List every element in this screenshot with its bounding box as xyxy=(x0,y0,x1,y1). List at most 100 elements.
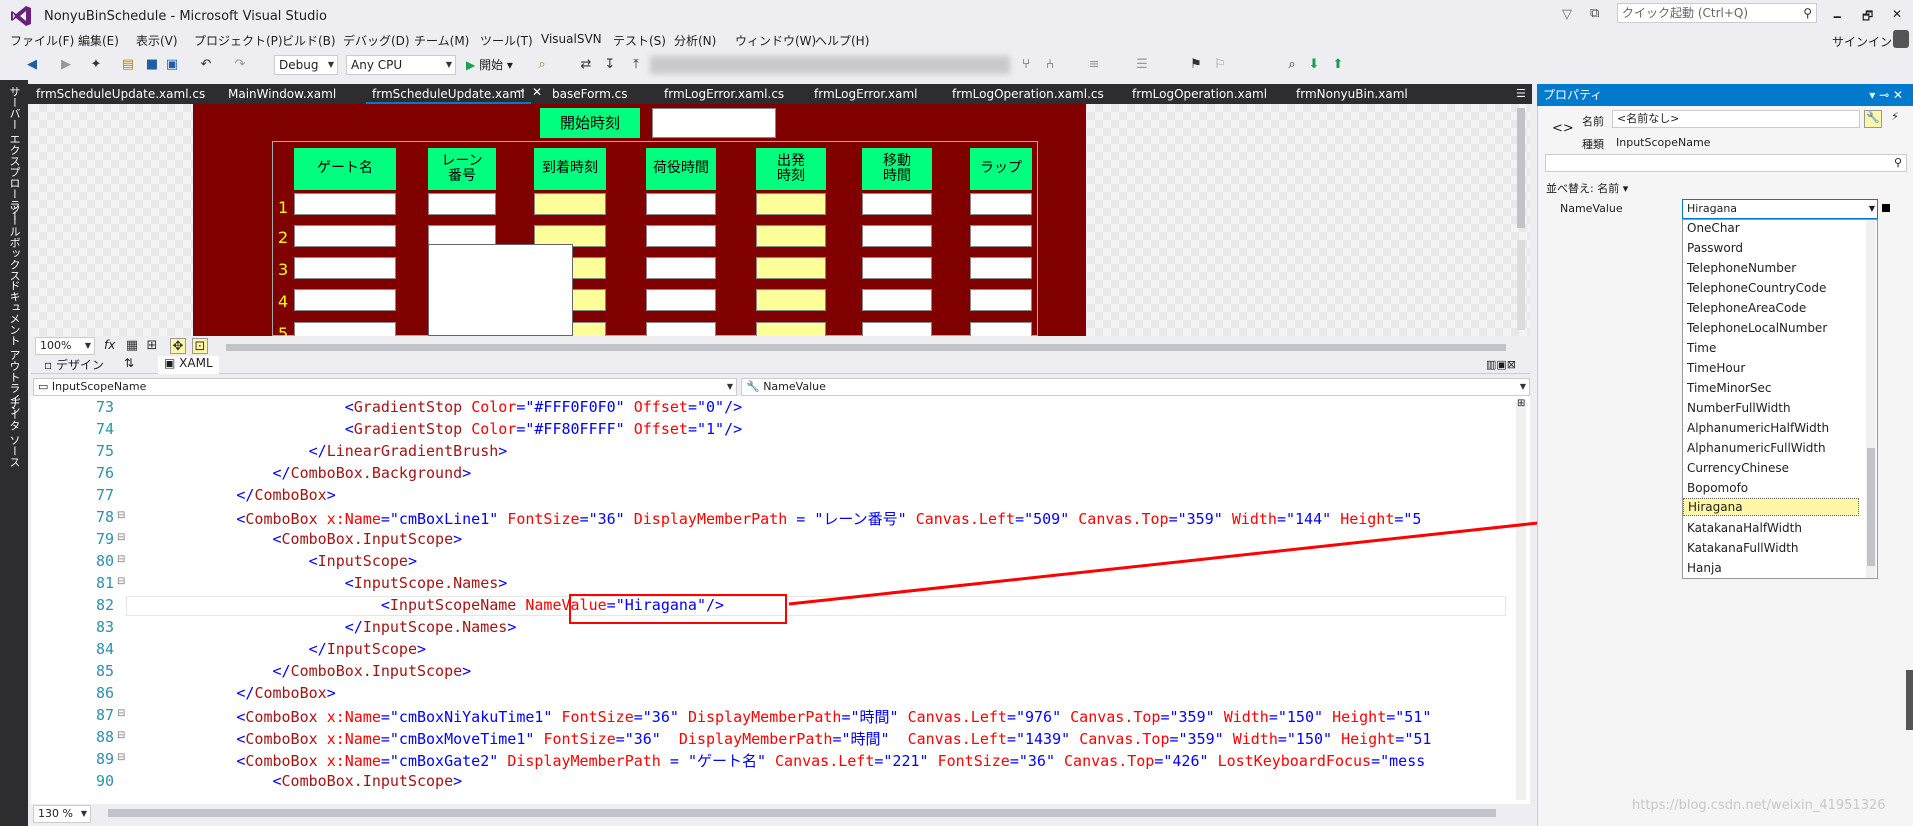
code-line[interactable]: <ComboBox x:Name="cmBoxGate2" DisplayMem… xyxy=(128,750,1425,771)
handling-combobox[interactable] xyxy=(646,322,716,336)
grid-snap-icon[interactable]: ⊞ xyxy=(144,338,160,354)
designer-horizontal-scrollbar[interactable] xyxy=(226,344,1506,351)
maximize-button[interactable]: 🗗 xyxy=(1862,7,1873,28)
dropdown-scroll-thumb[interactable] xyxy=(1867,448,1875,566)
lap-input[interactable] xyxy=(970,322,1032,336)
redo-icon[interactable]: ↷ xyxy=(232,57,248,73)
collapse-toggle-icon[interactable]: ⊟ xyxy=(117,752,125,763)
merge-icon[interactable]: ⑂ xyxy=(1018,57,1034,73)
move-combobox[interactable] xyxy=(862,257,932,279)
code-line[interactable]: </ComboBox.Background> xyxy=(128,464,472,482)
indent-icon[interactable]: ≡ xyxy=(1086,57,1102,73)
namevalue-select[interactable]: Hiragana ▼ xyxy=(1682,199,1878,219)
step-icon[interactable]: ⇄ xyxy=(578,57,594,73)
option-telephonelocalnumber[interactable]: TelephoneLocalNumber xyxy=(1687,321,1827,335)
properties-search-input[interactable]: ⚲ xyxy=(1545,154,1907,172)
option-timeminorsec[interactable]: TimeMinorSec xyxy=(1687,381,1772,395)
gate-combobox[interactable] xyxy=(294,225,396,247)
menu-file[interactable]: ファイル(F) xyxy=(10,32,74,49)
departure-input[interactable] xyxy=(756,322,826,336)
pane-layout-icons[interactable]: ▥▣⊠ xyxy=(1486,358,1516,371)
designer-zoom-select[interactable]: 100% ▼ xyxy=(35,337,95,355)
grid-icon[interactable]: ▦ xyxy=(124,338,140,354)
properties-wrench-icon[interactable]: 🔧 xyxy=(1864,110,1882,128)
save-all-icon[interactable]: ▣ xyxy=(164,57,180,73)
departure-input[interactable] xyxy=(756,257,826,279)
save-icon[interactable]: ■ xyxy=(144,57,160,73)
handling-combobox[interactable] xyxy=(646,289,716,311)
option-hanja[interactable]: Hanja xyxy=(1687,561,1722,575)
option-telephonecountrycode[interactable]: TelephoneCountryCode xyxy=(1687,281,1826,295)
move-combobox[interactable] xyxy=(862,193,932,215)
menu-analyze[interactable]: 分析(N) xyxy=(674,32,716,49)
lap-input[interactable] xyxy=(970,257,1032,279)
lap-input[interactable] xyxy=(970,193,1032,215)
side-tab-toolbox[interactable]: ツールボックス xyxy=(6,204,22,281)
minimize-button[interactable]: 🗕 xyxy=(1833,7,1842,28)
branch-icon[interactable]: ⑃ xyxy=(1042,57,1058,73)
step-icon[interactable]: ↧ xyxy=(602,57,618,73)
menu-edit[interactable]: 編集(E) xyxy=(78,32,119,49)
feedback-icon[interactable]: ⧉ xyxy=(1590,6,1599,21)
lane-combobox[interactable] xyxy=(428,193,496,215)
code-line[interactable]: <GradientStop Color="#FF80FFFF" Offset="… xyxy=(128,420,742,438)
collapse-toggle-icon[interactable]: ⊟ xyxy=(117,708,125,719)
project-code-icon[interactable]: ⊡ xyxy=(192,338,208,354)
move-combobox[interactable] xyxy=(862,322,932,336)
tab-mainwindow-xaml[interactable]: MainWindow.xaml xyxy=(222,84,342,104)
code-line[interactable]: <ComboBox.InputScope> xyxy=(128,772,463,790)
code-line[interactable]: <GradientStop Color="#FFF0F0F0" Offset="… xyxy=(128,398,742,416)
option-onechar[interactable]: OneChar xyxy=(1687,221,1740,235)
gate-combobox[interactable] xyxy=(294,257,396,279)
option-numberfullwidth[interactable]: NumberFullWidth xyxy=(1687,401,1791,415)
menu-project[interactable]: プロジェクト(P) xyxy=(194,32,283,49)
start-time-combobox[interactable] xyxy=(652,108,776,138)
comment-icon[interactable]: ☰ xyxy=(1134,57,1150,73)
undo-icon[interactable]: ↶ xyxy=(198,57,214,73)
tab-overflow-icon[interactable]: ☰ xyxy=(1516,87,1526,100)
signin-link[interactable]: サインイン xyxy=(1832,33,1892,50)
tab-frmscheduleupdate-xaml[interactable]: frmScheduleUpdate.xaml xyxy=(366,84,531,104)
menu-debug[interactable]: デバッグ(D) xyxy=(343,32,410,49)
tab-frmscheduleupdate-xaml-cs[interactable]: frmScheduleUpdate.xaml.cs xyxy=(30,84,211,104)
departure-input[interactable] xyxy=(756,193,826,215)
quick-launch-input[interactable]: クイック起動 (Ctrl+Q) ⚲ xyxy=(1617,3,1817,23)
panel-pin-close-icons[interactable]: ▾ ⊸ ✕ xyxy=(1869,84,1903,106)
prev-bookmark-icon[interactable]: ⚐ xyxy=(1212,57,1228,73)
gate-combobox[interactable] xyxy=(294,193,396,215)
lap-input[interactable] xyxy=(970,289,1032,311)
open-dropdown-popup[interactable] xyxy=(428,244,573,336)
tab-frmlogoperation-xaml-cs[interactable]: frmLogOperation.xaml.cs xyxy=(946,84,1110,104)
menu-build[interactable]: ビルド(B) xyxy=(282,32,336,49)
move-combobox[interactable] xyxy=(862,289,932,311)
formula-icon[interactable]: fx xyxy=(104,338,115,352)
pull-icon[interactable]: ⬇ xyxy=(1306,57,1322,73)
editor-vertical-scrollbar[interactable] xyxy=(1516,400,1526,800)
start-debugging-button[interactable]: ▶ 開始 ▾ xyxy=(466,55,513,75)
member-navigator-select[interactable]: 🔧 NameValue ▼ xyxy=(741,378,1530,396)
split-editor-icon[interactable]: ⊞ xyxy=(1517,398,1525,409)
open-file-icon[interactable]: ▤ xyxy=(120,57,136,73)
tab-baseform-cs[interactable]: baseForm.cs xyxy=(546,84,634,104)
menu-help[interactable]: ヘルプ(H) xyxy=(815,32,869,49)
side-tab-server-explorer[interactable]: サーバー エクスプローラー xyxy=(6,86,22,222)
code-line[interactable]: </ComboBox.InputScope> xyxy=(128,662,472,680)
filter-icon[interactable]: ▽ xyxy=(1562,7,1572,22)
code-line[interactable]: </ComboBox> xyxy=(128,684,335,702)
move-combobox[interactable] xyxy=(862,225,932,247)
tab-design[interactable]: ▫ デザイン xyxy=(44,356,104,373)
handling-combobox[interactable] xyxy=(646,257,716,279)
swap-panes-button[interactable]: ⇅ xyxy=(124,356,134,370)
option-password[interactable]: Password xyxy=(1687,241,1743,255)
option-telephoneareacode[interactable]: TelephoneAreaCode xyxy=(1687,301,1806,315)
menu-team[interactable]: チーム(M) xyxy=(414,32,469,49)
forward-icon[interactable]: ▶ xyxy=(58,57,74,73)
option-katakanafullwidth[interactable]: KatakanaFullWidth xyxy=(1687,541,1799,555)
code-line[interactable]: <ComboBox x:Name="cmBoxMoveTime1" FontSi… xyxy=(128,728,1431,749)
option-alphanumericfullwidth[interactable]: AlphanumericFullWidth xyxy=(1687,441,1826,455)
code-line[interactable]: <ComboBox x:Name="cmBoxNiYakuTime1" Font… xyxy=(128,706,1431,727)
code-line[interactable]: <InputScope> xyxy=(128,552,417,570)
option-currencychinese[interactable]: CurrencyChinese xyxy=(1687,461,1789,475)
code-line[interactable]: </InputScope> xyxy=(128,640,426,658)
code-line[interactable]: <InputScope.Names> xyxy=(128,574,508,592)
